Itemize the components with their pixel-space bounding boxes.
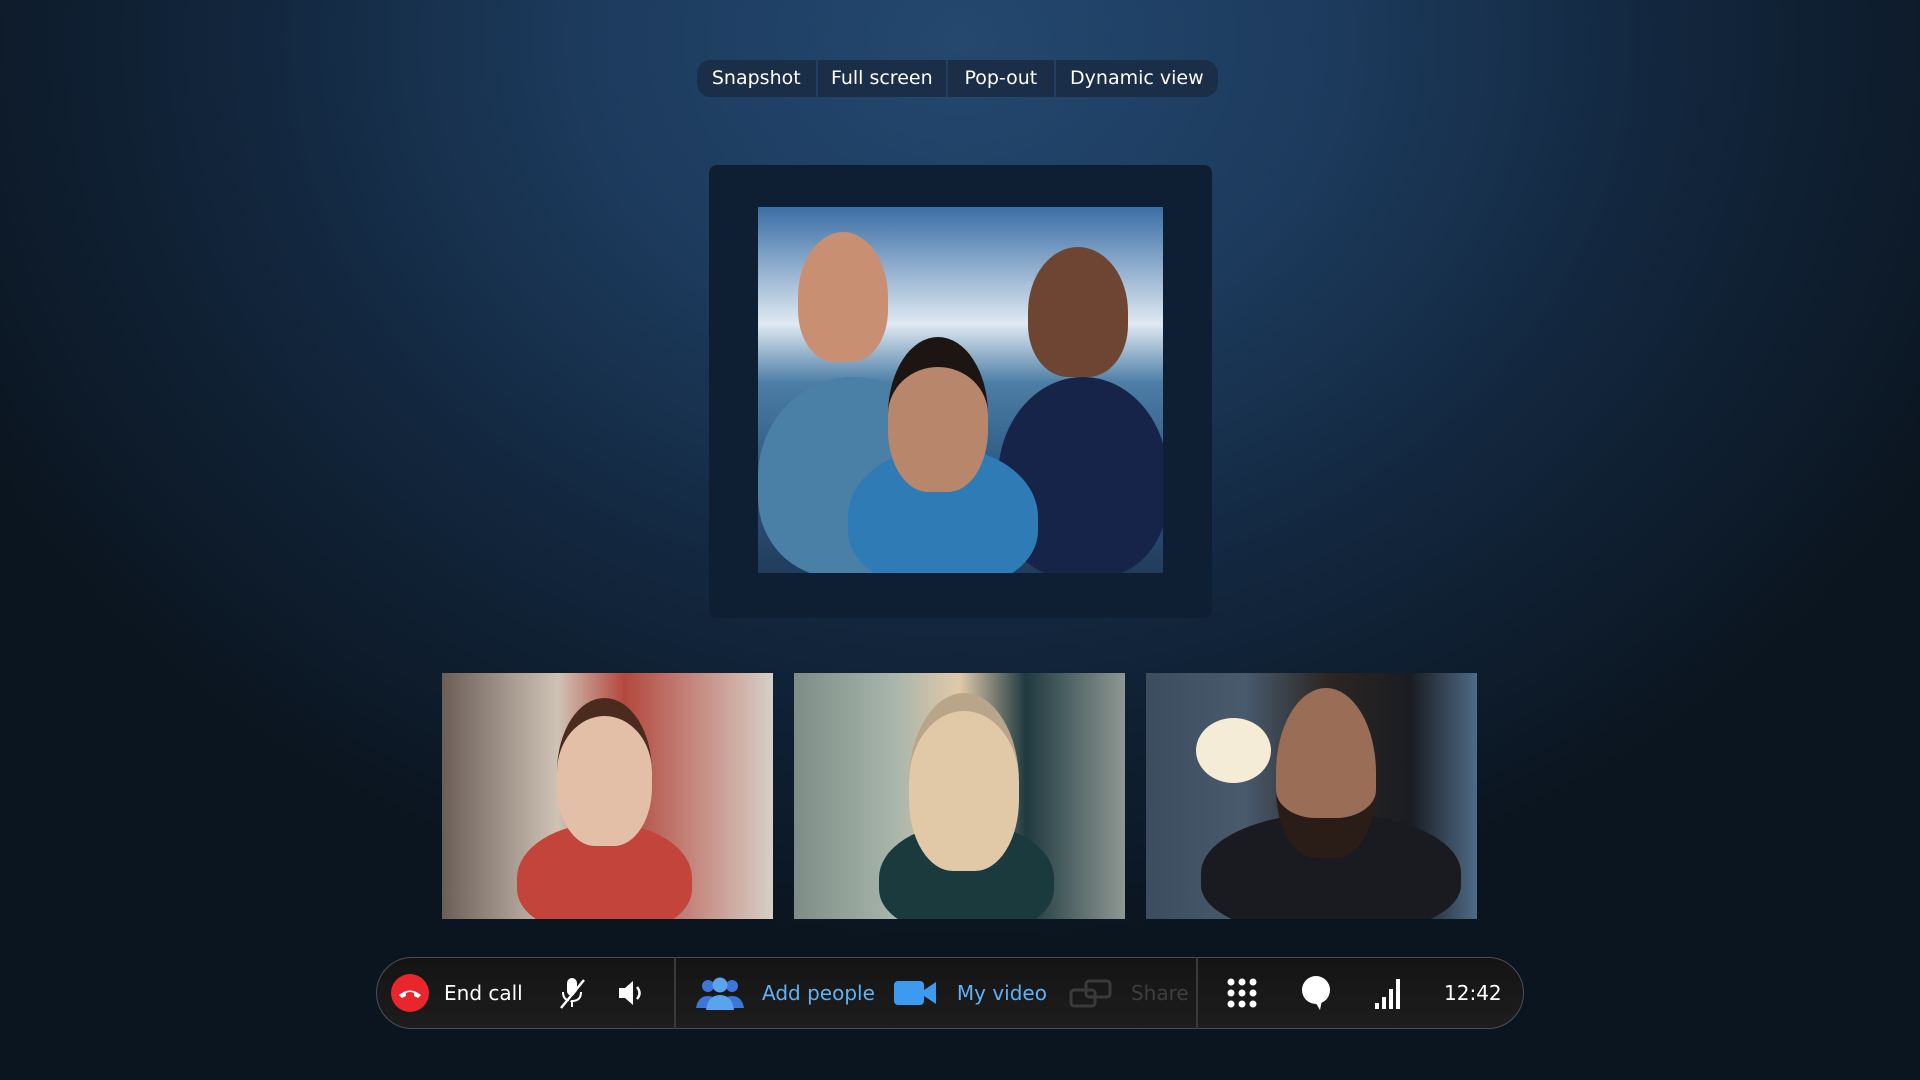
participant-face (909, 693, 1019, 871)
person-boy-face (888, 337, 988, 492)
main-video-frame (709, 165, 1212, 618)
lamp (1196, 718, 1271, 783)
speaker-icon (617, 978, 649, 1008)
main-video-feed[interactable] (758, 207, 1163, 573)
pop-out-button[interactable]: Pop-out (948, 60, 1056, 97)
dial-pad-button[interactable] (1226, 977, 1258, 1009)
call-duration: 12:42 (1444, 981, 1502, 1005)
signal-strength-icon (1374, 976, 1404, 1010)
end-call-icon (391, 974, 429, 1012)
my-video-label: My video (956, 981, 1047, 1005)
add-people-button[interactable]: Add people (696, 976, 875, 1010)
share-screen-icon (1069, 978, 1113, 1008)
end-call-button[interactable]: End call (391, 974, 523, 1012)
my-video-button[interactable]: My video (893, 978, 1047, 1008)
snapshot-button[interactable]: Snapshot (697, 60, 818, 97)
speaker-button[interactable] (617, 978, 649, 1008)
mute-microphone-button[interactable] (557, 976, 587, 1010)
view-toolbar: Snapshot Full screen Pop-out Dynamic vie… (697, 60, 1218, 97)
call-controls-right: 12:42 (1198, 958, 1502, 1028)
call-controls-left: End call (377, 958, 674, 1028)
participant-face (557, 698, 652, 846)
chat-bubble-icon (1300, 976, 1332, 1010)
add-people-icon (696, 976, 744, 1010)
chat-button[interactable] (1300, 976, 1332, 1010)
participant-video-2[interactable] (794, 673, 1125, 919)
participant-video-3[interactable] (1146, 673, 1477, 919)
dynamic-view-button[interactable]: Dynamic view (1055, 60, 1218, 97)
person-woman-face (1028, 247, 1128, 377)
participant-video-1[interactable] (442, 673, 773, 919)
full-screen-button[interactable]: Full screen (817, 60, 949, 97)
microphone-muted-icon (557, 976, 587, 1010)
call-controls-middle: Add people My video Share (676, 958, 1196, 1028)
call-control-bar: End call Add people My video Share 12:42 (376, 957, 1524, 1029)
add-people-label: Add people (762, 981, 875, 1005)
person-man-face (798, 232, 888, 362)
participant-face (1276, 688, 1376, 858)
share-button[interactable]: Share (1069, 978, 1189, 1008)
call-quality-button[interactable] (1374, 976, 1404, 1010)
video-camera-icon (893, 978, 937, 1008)
end-call-label: End call (444, 981, 523, 1005)
share-label: Share (1130, 981, 1189, 1005)
dial-pad-icon (1226, 977, 1258, 1009)
